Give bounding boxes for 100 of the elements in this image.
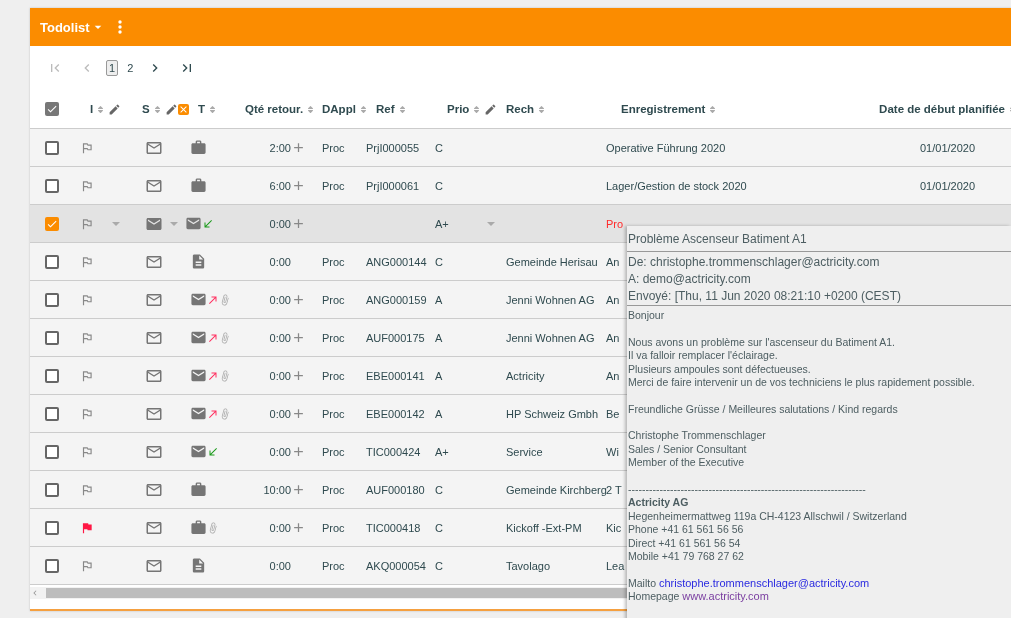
flag-icon[interactable] [80,178,94,193]
table-cell: Operative Führung 2020 [606,141,726,154]
table-cell: An [606,255,620,268]
clear-icon[interactable] [177,103,189,115]
table-cell: Wi [606,445,619,458]
flag-icon[interactable] [80,140,94,155]
row-checkbox[interactable] [45,140,59,155]
pencil-icon[interactable] [484,102,498,116]
plus-icon[interactable] [291,368,306,383]
quantity-text: 0:00 [269,217,291,230]
pencil-icon[interactable] [108,102,122,116]
quantity-text: 0:00 [269,407,291,420]
row-checkbox[interactable] [45,178,59,193]
link[interactable]: christophe.trommenschlager@actricity.com [658,576,870,589]
plus-icon[interactable] [291,330,306,345]
column-header[interactable]: T [198,103,221,115]
table-cell: Gemeinde Kirchberg [506,483,607,496]
plus-icon[interactable] [291,406,306,421]
plus-icon[interactable] [291,140,306,155]
column-header[interactable]: Qté retour. [245,103,319,115]
table-cell: A [435,331,443,344]
mail-body-line: Mobile +41 79 768 27 62 [628,550,745,564]
select-all-checkbox[interactable] [45,102,59,116]
row-checkbox[interactable] [45,482,59,497]
table-cell: An [606,293,620,306]
row-checkbox[interactable] [45,216,59,231]
plus-icon[interactable] [291,482,306,497]
table-cell: Proc [322,483,345,496]
more-button[interactable] [117,20,122,34]
envelope-icon [190,291,207,308]
plus-icon[interactable] [291,444,306,459]
row-checkbox[interactable] [45,330,59,345]
mail-body-line: Sales / Senior Consultant [628,442,748,456]
flag-icon[interactable] [80,406,94,421]
plus-icon[interactable] [291,520,306,535]
column-header[interactable]: Prio [447,102,498,116]
link[interactable]: www.actricity.com [682,590,769,602]
row-checkbox[interactable] [45,292,59,307]
table-cell: C [435,559,443,572]
quantity-text: 0:00 [269,559,291,572]
plus-icon[interactable] [291,292,306,307]
table-cell: Lea [606,559,625,572]
column-header[interactable]: I [90,102,122,116]
table-cell: Actricity [506,369,545,382]
sort-icon [397,104,407,114]
table-cell: A [435,407,443,420]
flag-icon[interactable] [80,482,94,497]
table-cell: Proc [322,179,345,192]
pencil-icon[interactable] [164,102,178,116]
column-header[interactable]: Date de début planifiée [879,103,1011,115]
plus-icon[interactable] [291,216,306,231]
flag-icon[interactable] [80,558,94,573]
row-checkbox[interactable] [45,520,59,535]
table-cell: C [435,179,443,192]
company-name: Actricity AG [628,496,690,510]
flag-icon[interactable] [80,292,94,307]
column-header[interactable]: Ref [376,103,410,115]
link-label: Homepage [628,590,680,602]
flag-icon[interactable] [80,254,94,269]
row-checkbox[interactable] [45,368,59,383]
quantity-text: 0:00 [269,521,291,534]
mail-body-line: Bonjour [628,309,666,323]
quantity-text: 0:00 [269,293,291,306]
row-checkbox[interactable] [45,406,59,421]
table-cell: AKQ000054 [366,559,426,572]
mail-body-line: -------------------------------------------------------------------- [628,482,867,496]
table-cell: 2 T [606,483,622,496]
table-cell: Jenni Wohnen AG [506,293,595,306]
sort-icon [96,104,106,114]
page-number[interactable]: 2 [124,60,137,76]
caret-icon[interactable] [112,221,120,226]
mail-body-line: Phone +41 61 561 56 56 [628,523,745,537]
mail-body-line: Hegenheimermattweg 119a CH-4123 Allschwil / Switzerland [628,509,908,523]
table-cell: 01/01/2020 [920,179,976,192]
sort-icon [708,104,718,114]
column-header[interactable]: Enregistrement [621,103,721,115]
caret-icon[interactable] [170,221,178,226]
flag-icon[interactable] [80,444,94,459]
plus-icon[interactable] [291,178,306,193]
flag-icon[interactable] [80,216,94,231]
flag-icon[interactable] [80,520,94,535]
row-checkbox[interactable] [45,254,59,269]
table-cell: Jenni Wohnen AG [506,331,595,344]
table-cell: C [435,521,443,534]
flag-icon[interactable] [80,368,94,383]
table-cell: A [435,369,443,382]
row-checkbox[interactable] [45,558,59,573]
table-cell: A+ [435,445,449,458]
arrow-down-left-icon [207,445,219,458]
row-checkbox[interactable] [45,444,59,459]
column-header[interactable]: DAppl [322,103,371,115]
envelope-icon [190,443,207,460]
flag-icon[interactable] [80,330,94,345]
table-cell: Proc [322,255,345,268]
table-cell: A [435,293,443,306]
caret-icon[interactable] [486,221,495,226]
table-cell: Proc [322,521,345,534]
column-header[interactable]: Rech [506,103,550,115]
column-header[interactable]: S [142,102,189,116]
page-number[interactable]: 1 [106,60,119,76]
